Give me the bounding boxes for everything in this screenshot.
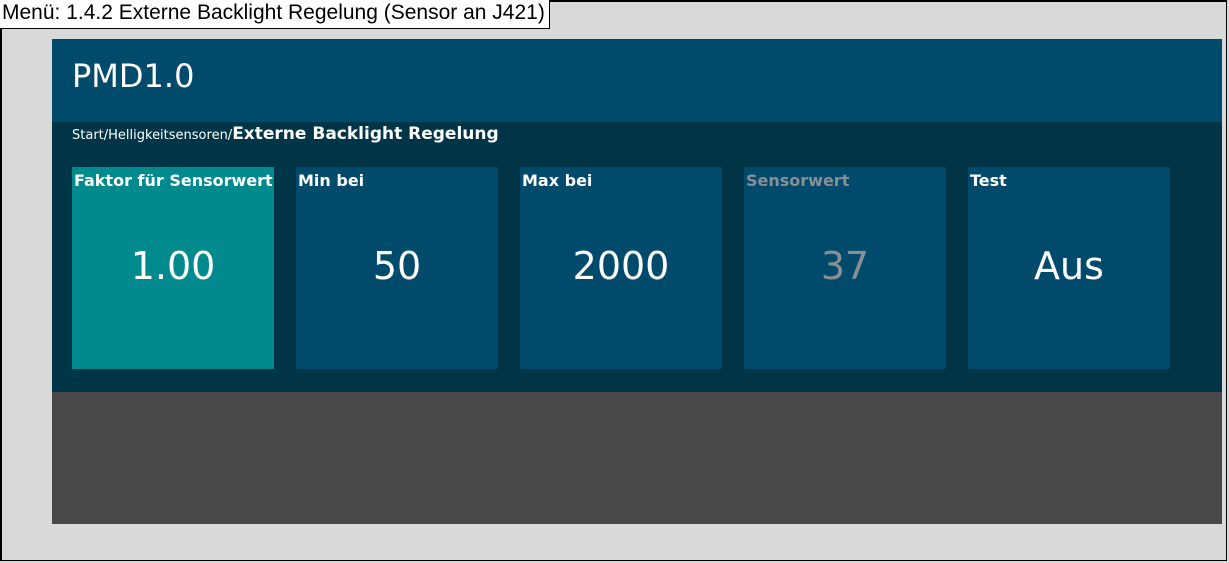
breadcrumb-path[interactable]: Start/Helligkeitsensoren/: [72, 128, 232, 143]
menu-caption: Menü: 1.4.2 Externe Backlight Regelung (…: [0, 0, 550, 29]
tile-value: 1.00: [130, 244, 216, 288]
tile-min-bei[interactable]: Min bei 50: [296, 167, 498, 369]
tile-label: Sensorwert: [746, 171, 850, 190]
tile-label: Max bei: [522, 171, 593, 190]
tile-max-bei[interactable]: Max bei 2000: [520, 167, 722, 369]
tile-value: 2000: [572, 244, 670, 288]
tile-faktor-sensorwert[interactable]: Faktor für Sensorwert 1.00: [72, 167, 274, 369]
breadcrumb: Start/Helligkeitsensoren/Externe Backlig…: [72, 124, 499, 144]
tile-label: Faktor für Sensorwert: [74, 171, 273, 190]
tile-value: Aus: [1034, 244, 1104, 288]
tile-test[interactable]: Test Aus: [968, 167, 1170, 369]
device-screen: PMD1.0 Start/Helligkeitsensoren/Externe …: [52, 39, 1222, 524]
tile-value: 37: [820, 244, 870, 288]
app-header: PMD1.0: [52, 39, 1222, 122]
app-title: PMD1.0: [72, 57, 195, 95]
breadcrumb-current: Externe Backlight Regelung: [232, 124, 499, 144]
tile-label: Test: [970, 171, 1007, 190]
tile-label: Min bei: [298, 171, 365, 190]
tile-area: Start/Helligkeitsensoren/Externe Backlig…: [52, 122, 1222, 392]
tile-value: 50: [372, 244, 422, 288]
tile-sensorwert: Sensorwert 37: [744, 167, 946, 369]
